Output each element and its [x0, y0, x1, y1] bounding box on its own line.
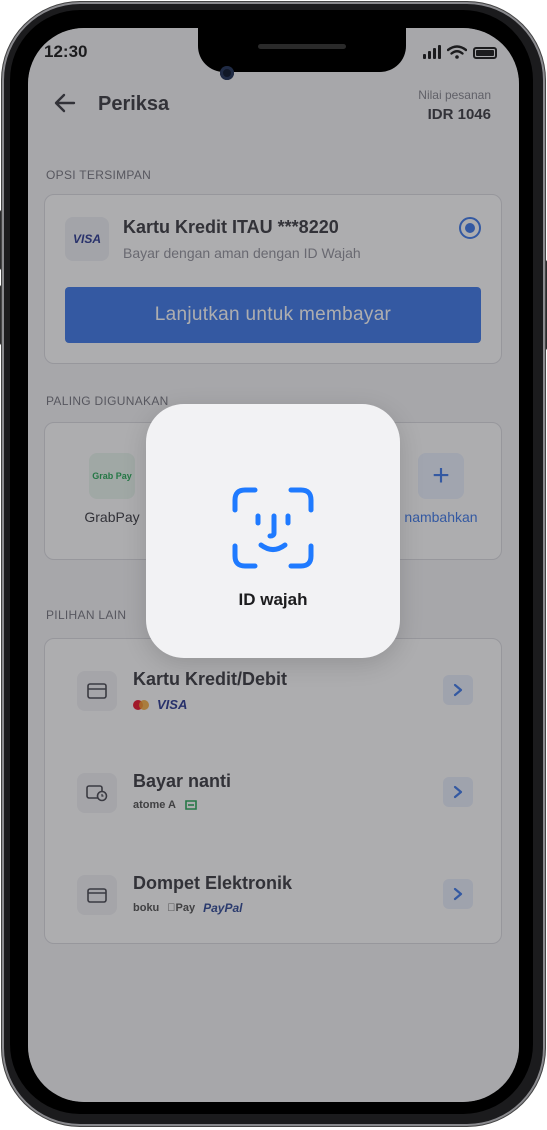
speaker	[258, 44, 346, 49]
status-icons	[423, 45, 497, 59]
front-camera	[220, 66, 234, 80]
face-id-label: ID wajah	[238, 590, 308, 609]
signal-icon	[423, 45, 441, 59]
status-time: 12:30	[44, 42, 88, 61]
face-id-icon	[232, 487, 314, 569]
battery-icon	[473, 47, 497, 59]
wifi-icon	[447, 45, 467, 59]
phone-screen: 12:30 Periksa Nilai pesanan IDR 1046 OPS…	[28, 28, 519, 1102]
face-id-dialog: ID wajah	[146, 404, 400, 658]
